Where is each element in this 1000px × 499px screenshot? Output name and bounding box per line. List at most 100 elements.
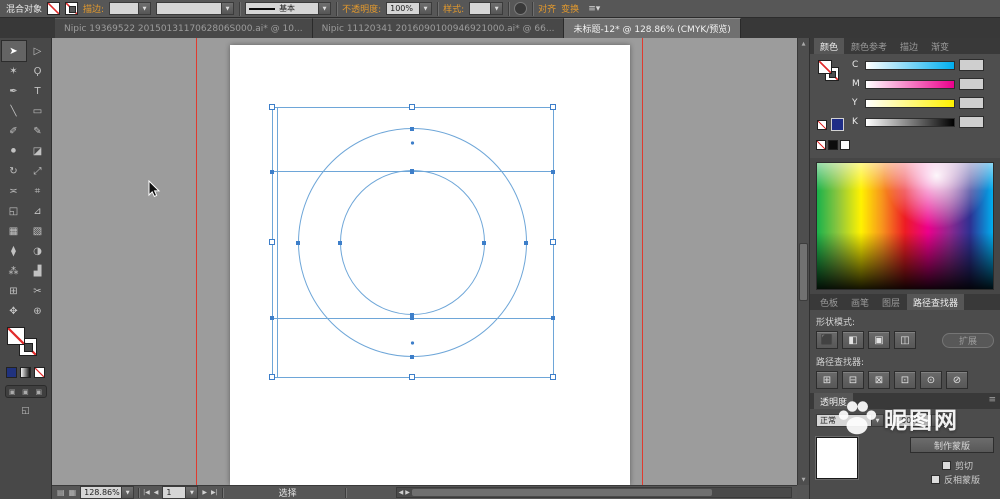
perspective-grid-tool[interactable]: ⊿ [26, 201, 50, 221]
eyedropper-tool[interactable]: ⧫ [2, 241, 26, 261]
selected-artwork[interactable] [52, 38, 797, 485]
scale-tool[interactable]: ⤢ [26, 161, 50, 181]
eraser-tool[interactable]: ◪ [26, 141, 50, 161]
transparency-opacity-dropdown[interactable]: 100% ▼ [892, 414, 944, 427]
black-swatch[interactable] [828, 140, 838, 150]
color-spectrum[interactable] [816, 162, 994, 290]
scroll-down-icon[interactable]: ▼ [798, 474, 809, 485]
document-tab[interactable]: 未标题-12* @ 128.86% (CMYK/预览) [564, 18, 740, 38]
selection-tool[interactable]: ➤ [2, 41, 26, 61]
trim[interactable]: ⊟ [842, 371, 864, 389]
width-tool[interactable]: ≍ [2, 181, 26, 201]
dropdown-arrow-icon[interactable]: ▼ [420, 2, 432, 15]
lasso-tool[interactable]: Ϙ [26, 61, 50, 81]
style-field[interactable] [469, 2, 491, 15]
last-color-swatch[interactable] [831, 118, 844, 131]
none-swatch[interactable] [816, 140, 826, 150]
color-slider[interactable] [865, 80, 955, 89]
dropdown-arrow-icon[interactable]: ▼ [932, 414, 944, 427]
control-panel-menu-icon[interactable]: ≡▾ [588, 4, 600, 14]
color-slider[interactable] [865, 61, 955, 70]
canvas-grid-icon[interactable]: ▤ [57, 488, 65, 497]
fill-proxy-swatch[interactable] [818, 60, 832, 74]
minus-back[interactable]: ⊘ [946, 371, 968, 389]
channel-value-field[interactable] [959, 97, 984, 109]
opacity-dropdown[interactable]: 100% ▼ [386, 2, 432, 15]
zoom-tool[interactable]: ⊕ [26, 301, 50, 321]
color-button[interactable] [6, 367, 17, 378]
line-segment-tool[interactable]: ╲ [2, 101, 26, 121]
minus-front[interactable]: ◧ [842, 331, 864, 349]
zoom-value-field[interactable]: 128.86% [80, 486, 122, 499]
stroke-weight-field[interactable] [109, 2, 139, 15]
rectangle-tool[interactable]: ▭ [26, 101, 50, 121]
dropdown-arrow-icon[interactable]: ▼ [122, 486, 134, 499]
horizontal-scrollbar-thumb[interactable] [412, 489, 712, 496]
vertical-scrollbar-thumb[interactable] [799, 243, 808, 301]
symbol-sprayer-tool[interactable]: ⁂ [2, 261, 26, 281]
free-transform-tool[interactable]: ⌗ [26, 181, 50, 201]
last-artboard-icon[interactable]: ▶| [211, 489, 218, 496]
previous-artboard-icon[interactable]: ◀ [154, 489, 159, 496]
divide[interactable]: ⊞ [816, 371, 838, 389]
transparency-opacity-value[interactable]: 100% [892, 414, 932, 427]
blend-mode-dropdown[interactable]: 正常 ▼ [816, 414, 884, 427]
channel-value-field[interactable] [959, 59, 984, 71]
paintbrush-tool[interactable]: ✐ [2, 121, 26, 141]
blend-tool[interactable]: ◑ [26, 241, 50, 261]
draw-inside-icon[interactable]: ▣ [36, 388, 43, 396]
exclude[interactable]: ◫ [894, 331, 916, 349]
gradient-button[interactable] [20, 367, 31, 378]
scroll-right-icon[interactable]: ▶ [405, 489, 410, 496]
channel-value-field[interactable] [959, 116, 984, 128]
style-dropdown[interactable]: ▼ [469, 2, 503, 15]
dropdown-arrow-icon[interactable]: ▼ [222, 2, 234, 15]
merge[interactable]: ⊠ [868, 371, 890, 389]
document-tab[interactable]: Nipic 19369522 2015013117062806S000.ai* … [55, 18, 313, 38]
color-slider[interactable] [865, 99, 955, 108]
blend-mode-value[interactable]: 正常 [816, 414, 872, 427]
vertical-scrollbar[interactable]: ▲ ▼ [797, 38, 809, 485]
fill-proxy-swatch[interactable] [7, 327, 25, 345]
unite[interactable]: ⬛ [816, 331, 838, 349]
panel-menu-icon[interactable]: ≡ [988, 395, 996, 405]
color-slider[interactable] [865, 118, 955, 127]
object-thumbnail[interactable] [816, 437, 858, 479]
pen-tool[interactable]: ✒ [2, 81, 26, 101]
intersect[interactable]: ▣ [868, 331, 890, 349]
magic-wand-tool[interactable]: ✶ [2, 61, 26, 81]
draw-behind-icon[interactable]: ▣ [22, 388, 29, 396]
artboard-number-field[interactable]: 1 [162, 486, 186, 499]
document-tab[interactable]: Nipic 11120341 2016090100946921000.ai* @… [313, 18, 565, 38]
slice-tool[interactable]: ✂ [26, 281, 50, 301]
scroll-left-icon[interactable]: ◀ [399, 489, 404, 496]
crop[interactable]: ⊡ [894, 371, 916, 389]
invert-mask-checkbox[interactable] [931, 475, 940, 484]
bounding-box-handles[interactable] [270, 105, 556, 380]
panel-tab[interactable]: 颜色参考 [845, 38, 893, 54]
first-artboard-icon[interactable]: |◀ [143, 489, 150, 496]
outline[interactable]: ⊙ [920, 371, 942, 389]
dropdown-arrow-icon[interactable]: ▼ [872, 414, 884, 427]
next-artboard-icon[interactable]: ▶ [202, 489, 207, 496]
panel-tab[interactable]: 图层 [876, 294, 906, 310]
mesh-tool[interactable]: ▦ [2, 221, 26, 241]
artboard-tool[interactable]: ⊞ [2, 281, 26, 301]
stroke-color-swatch[interactable] [65, 2, 78, 15]
stroke-weight-dropdown[interactable]: ▼ [109, 2, 151, 15]
fill-color-swatch[interactable] [47, 2, 60, 15]
dropdown-arrow-icon[interactable]: ▼ [139, 2, 151, 15]
expand-button[interactable]: 扩展 [942, 333, 994, 348]
column-graph-tool[interactable]: ▟ [26, 261, 50, 281]
brush-definition-dropdown[interactable]: 基本 ▼ [245, 2, 331, 15]
dropdown-arrow-icon[interactable]: ▼ [186, 486, 198, 499]
canvas[interactable] [52, 38, 797, 485]
zoom-dropdown[interactable]: 128.86% ▼ [80, 486, 134, 499]
align-link[interactable]: 对齐 [538, 2, 556, 15]
dropdown-arrow-icon[interactable]: ▼ [491, 2, 503, 15]
screen-mode-icon[interactable]: ◱ [19, 406, 33, 418]
artboard-list-icon[interactable]: ▦ [69, 488, 77, 497]
white-swatch[interactable] [840, 140, 850, 150]
clip-checkbox[interactable] [942, 461, 951, 470]
channel-value-field[interactable] [959, 78, 984, 90]
